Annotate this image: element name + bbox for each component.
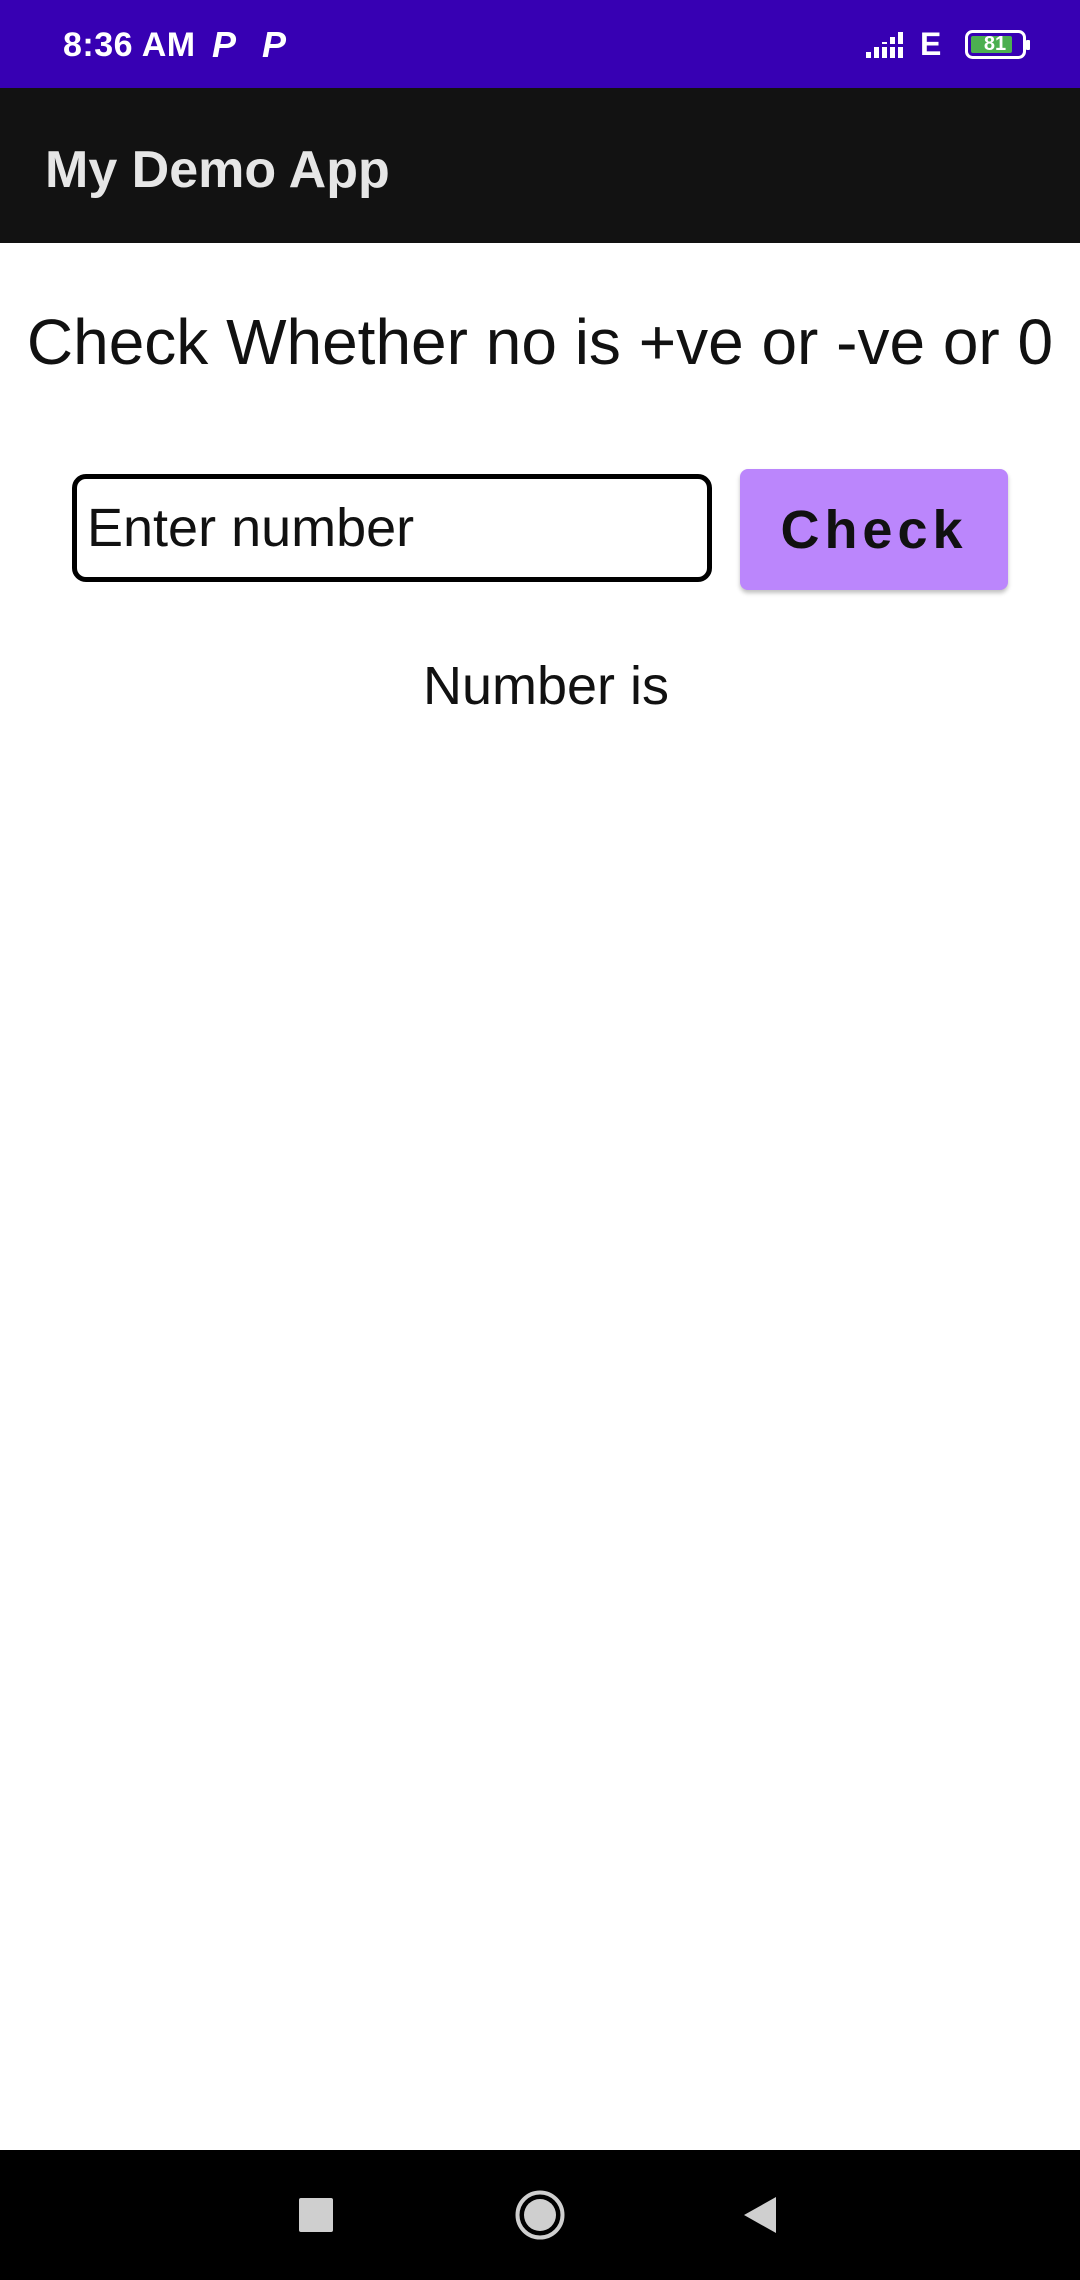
page-heading: Check Whether no is +ve or -ve or 0 [26,306,1054,378]
recent-apps-icon [299,2198,333,2232]
network-type: E [920,26,942,62]
screen: 8:36 AM P P E 81 My Demo App Check Wheth… [0,0,1080,2280]
notification-icon-p: P [212,24,237,65]
back-icon [744,2197,776,2233]
app-bar: My Demo App [0,88,1080,243]
recent-apps-button[interactable] [256,2150,376,2280]
back-button[interactable] [700,2150,820,2280]
result-text: Number is [422,656,670,716]
navigation-bar [0,2150,1080,2280]
app-title: My Demo App [45,141,390,199]
status-time: 8:36 AM [63,26,196,64]
number-input[interactable] [72,474,712,582]
signal-icon [866,30,910,65]
check-button[interactable]: Check [740,469,1008,590]
status-bar: 8:36 AM P P E 81 [0,0,1080,88]
notification-icon-p: P [262,24,287,65]
home-icon [515,2190,565,2240]
battery-level: 81 [983,33,1007,55]
home-button[interactable] [480,2150,600,2280]
